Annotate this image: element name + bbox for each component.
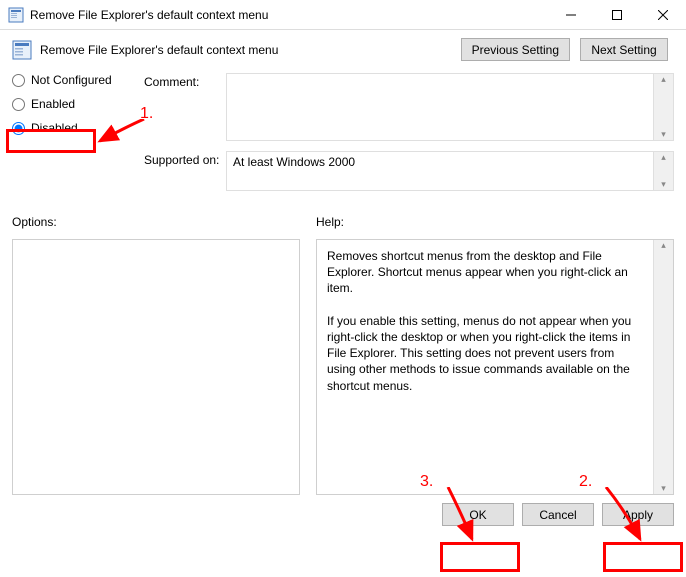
scroll-down-icon[interactable]: ▾ [661, 483, 666, 494]
apply-button[interactable]: Apply [602, 503, 674, 526]
previous-setting-button[interactable]: Previous Setting [461, 38, 570, 61]
supported-on-label: Supported on: [144, 151, 226, 167]
app-icon [8, 7, 24, 23]
scroll-up-icon[interactable]: ▴ [661, 240, 666, 251]
help-paragraph-2: If you enable this setting, menus do not… [327, 313, 643, 394]
scroll-up-icon[interactable]: ▴ [661, 74, 666, 85]
help-label: Help: [316, 215, 674, 229]
titlebar: Remove File Explorer's default context m… [0, 0, 686, 30]
annotation-highlight-ok [440, 542, 520, 572]
help-paragraph-1: Removes shortcut menus from the desktop … [327, 248, 643, 297]
radio-enabled-label: Enabled [31, 97, 75, 111]
help-scrollbar[interactable]: ▴ ▾ [653, 240, 673, 494]
radio-disabled-label: Disabled [31, 121, 78, 135]
radio-enabled[interactable]: Enabled [12, 97, 144, 111]
scroll-down-icon[interactable]: ▾ [661, 179, 666, 190]
comment-field[interactable]: ▴ ▾ [226, 73, 674, 141]
supported-scrollbar[interactable]: ▴ ▾ [653, 152, 673, 190]
help-panel: Removes shortcut menus from the desktop … [316, 239, 674, 495]
window-title: Remove File Explorer's default context m… [30, 8, 268, 22]
dialog-buttons: OK Cancel Apply [0, 495, 686, 536]
scroll-up-icon[interactable]: ▴ [661, 152, 666, 163]
radio-not-configured-label: Not Configured [31, 73, 112, 87]
options-label: Options: [12, 215, 300, 229]
close-button[interactable] [640, 0, 686, 30]
window-controls [548, 0, 686, 30]
state-radio-group: Not Configured Enabled Disabled 1. [12, 73, 144, 201]
radio-disabled[interactable]: Disabled [12, 121, 144, 135]
next-setting-button[interactable]: Next Setting [580, 38, 668, 61]
radio-disabled-input[interactable] [12, 122, 25, 135]
radio-not-configured-input[interactable] [12, 74, 25, 87]
maximize-button[interactable] [594, 0, 640, 30]
supported-on-field: At least Windows 2000 ▴ ▾ [226, 151, 674, 191]
scroll-down-icon[interactable]: ▾ [661, 129, 666, 140]
comment-scrollbar[interactable]: ▴ ▾ [653, 74, 673, 140]
ok-button[interactable]: OK [442, 503, 514, 526]
policy-title: Remove File Explorer's default context m… [40, 43, 461, 57]
help-text: Removes shortcut menus from the desktop … [317, 240, 653, 494]
policy-icon [12, 40, 32, 60]
cancel-button[interactable]: Cancel [522, 503, 594, 526]
radio-not-configured[interactable]: Not Configured [12, 73, 144, 87]
options-panel [12, 239, 300, 495]
supported-on-value: At least Windows 2000 [227, 152, 653, 190]
annotation-highlight-apply [603, 542, 683, 572]
comment-label: Comment: [144, 73, 226, 89]
radio-enabled-input[interactable] [12, 98, 25, 111]
comment-value[interactable] [227, 74, 653, 140]
content-header: Remove File Explorer's default context m… [0, 30, 686, 69]
minimize-button[interactable] [548, 0, 594, 30]
